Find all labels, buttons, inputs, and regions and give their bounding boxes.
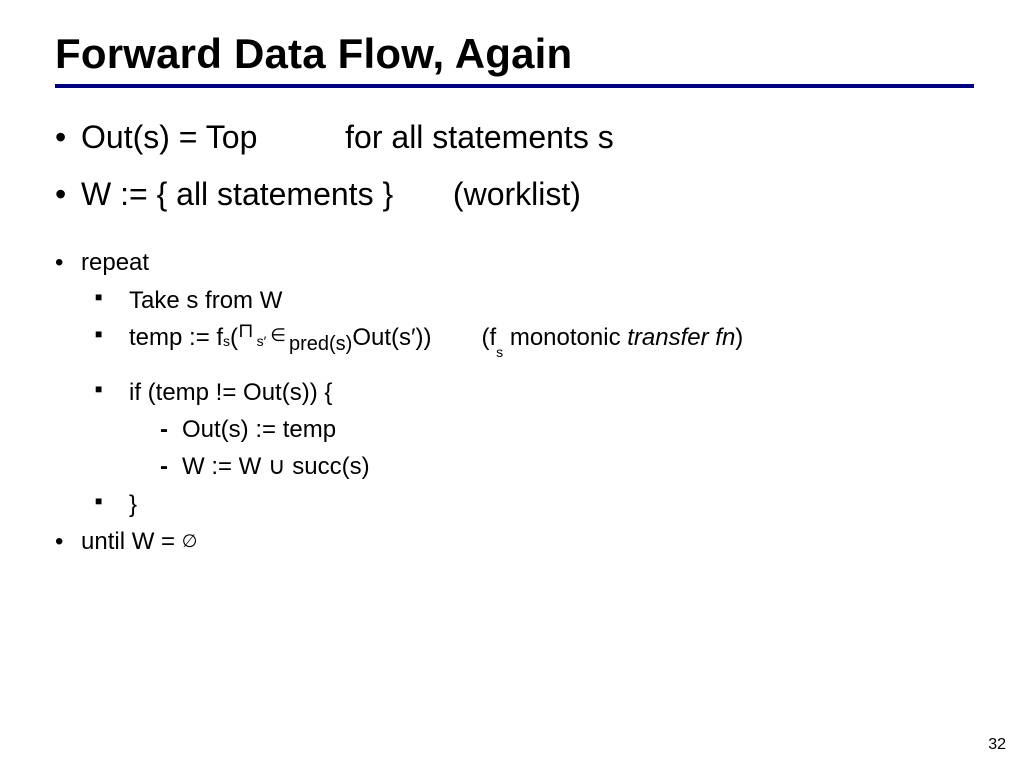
w-pre: W := W (182, 453, 268, 480)
w-post: succ(s) (292, 453, 369, 480)
main-bullets: Out(s) = Top for all statements s W := {… (55, 116, 974, 216)
fn-rest: monotonic (503, 324, 627, 351)
temp-prefix: temp := f (129, 319, 223, 356)
fn-close: ) (735, 324, 743, 351)
assign-worklist: W := W ∪ succ(s) (160, 448, 974, 485)
bullet1-left: Out(s) = Top (81, 119, 257, 155)
meet-icon: ⊓ (238, 316, 254, 347)
bullet-worklist: W := { all statements } (worklist) (55, 173, 974, 216)
bullet2-right: (worklist) (453, 176, 581, 212)
slide-title: Forward Data Flow, Again (55, 30, 974, 78)
repeat-label: repeat (55, 244, 974, 281)
bullet2-left: W := { all statements } (81, 176, 393, 212)
title-rule (55, 84, 974, 88)
in-icon: ∈ (270, 322, 286, 350)
fn-ital: transfer fn (627, 324, 735, 351)
fn-prefix: (f (482, 324, 497, 351)
spacer (55, 356, 974, 374)
slide: Forward Data Flow, Again Out(s) = Top fo… (0, 0, 1024, 768)
out-sprime: Out(s′)) (352, 319, 431, 356)
until-pre: until W = (81, 528, 182, 555)
union-icon: ∪ (268, 453, 286, 480)
if-line: if (temp != Out(s)) { (95, 374, 974, 411)
transfer-note: (fs monotonic transfer fn) (482, 319, 744, 356)
assign-out: Out(s) := temp (160, 411, 974, 448)
step-temp: temp := f s ( ⊓ s′ ∈ pred(s) Out(s′)) (f… (95, 319, 974, 356)
sub-s: s (223, 331, 230, 353)
until-line: until W = ∅ (55, 523, 974, 560)
algorithm-body: repeat Take s from W temp := f s ( ⊓ s′ … (55, 244, 974, 560)
bullet-out-top: Out(s) = Top for all statements s (55, 116, 974, 159)
sub-sprime: s′ (257, 331, 267, 353)
fn-sub: s (496, 344, 503, 360)
emptyset-icon: ∅ (182, 531, 198, 551)
close-brace: } (95, 486, 974, 523)
bullet1-right: for all statements s (345, 119, 614, 155)
step-take: Take s from W (95, 282, 974, 319)
slide-number: 32 (988, 736, 1006, 754)
pred-text: pred(s) (289, 329, 352, 360)
open-paren: ( (230, 319, 238, 356)
